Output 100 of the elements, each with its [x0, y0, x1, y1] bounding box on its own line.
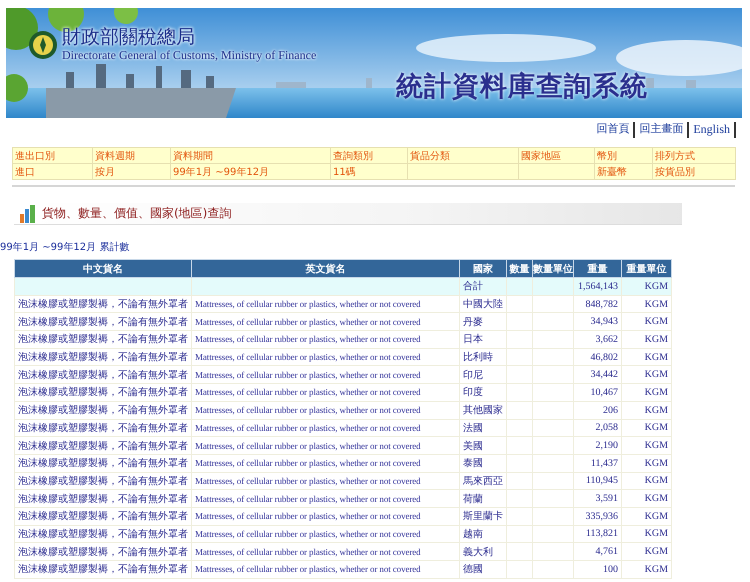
table-cell: 義大利	[460, 542, 506, 560]
table-cell: 4,761	[574, 542, 622, 560]
info-value: 99年1月 ~99年12月	[170, 164, 330, 180]
table-cell: Mattresses, of cellular rubber or plastics, whether or not covered	[192, 312, 460, 331]
table-cell: 斯里蘭卡	[460, 507, 506, 526]
table-cell: 比利時	[460, 348, 506, 366]
table-cell: KGM	[622, 560, 672, 578]
table-cell: 荷蘭	[460, 490, 506, 508]
table-cell: KGM	[622, 419, 672, 437]
info-label: 資料期間	[170, 148, 330, 164]
table-cell: KGM	[622, 348, 672, 366]
table-cell: 泡沫橡膠或塑膠製褥，不論有無外罩者	[14, 560, 192, 578]
table-cell: 泡沫橡膠或塑膠製褥，不論有無外罩者	[14, 366, 192, 384]
table-cell: 11,437	[574, 454, 622, 472]
table-cell: Mattresses, of cellular rubber or plastics, whether or not covered	[192, 348, 460, 366]
agency-english-name: Directorate General of Customs, Ministry of Finance	[62, 48, 316, 63]
column-header: 國家	[460, 260, 506, 278]
info-label: 進出口別	[12, 148, 92, 164]
table-cell: 2,190	[574, 436, 622, 454]
table-cell: 3,662	[574, 330, 622, 348]
table-cell: KGM	[622, 330, 672, 348]
table-cell: 丹麥	[460, 312, 506, 331]
info-label: 資料週期	[92, 148, 170, 164]
table-cell: 馬來西亞	[460, 472, 506, 490]
table-cell: 泡沫橡膠或塑膠製褥，不論有無外罩者	[14, 454, 192, 472]
nav-link[interactable]: English	[689, 122, 736, 138]
table-cell: Mattresses, of cellular rubber or plastics, whether or not covered	[192, 295, 460, 313]
table-cell: 泡沫橡膠或塑膠製褥，不論有無外罩者	[14, 542, 192, 560]
table-cell: KGM	[622, 278, 672, 296]
column-header: 英文貨名	[192, 260, 460, 278]
table-cell: 206	[574, 401, 622, 419]
system-title: 統計資料庫查詢系統	[396, 70, 648, 104]
column-header: 重量單位	[622, 260, 672, 278]
column-header: 數量	[506, 260, 532, 278]
table-cell: KGM	[622, 436, 672, 454]
nav-link[interactable]: 回首頁	[592, 122, 636, 138]
table-cell: Mattresses, of cellular rubber or plastics, whether or not covered	[192, 384, 460, 402]
table-cell: 泰國	[460, 454, 506, 472]
table-cell: 中國大陸	[460, 295, 506, 313]
table-cell: 其他國家	[460, 401, 506, 419]
table-cell: Mattresses, of cellular rubber or plastics, whether or not covered	[192, 419, 460, 437]
table-cell: KGM	[622, 366, 672, 384]
table-cell: 印尼	[460, 366, 506, 384]
table-cell: 泡沫橡膠或塑膠製褥，不論有無外罩者	[14, 419, 192, 437]
table-cell: 泡沫橡膠或塑膠製褥，不論有無外罩者	[14, 490, 192, 508]
table-cell: Mattresses, of cellular rubber or plastics, whether or not covered	[192, 472, 460, 490]
table-cell: 印度	[460, 384, 506, 402]
table-cell: 泡沫橡膠或塑膠製褥，不論有無外罩者	[14, 436, 192, 454]
column-header: 中文貨名	[14, 260, 192, 278]
table-cell: Mattresses, of cellular rubber or plastics, whether or not covered	[192, 330, 460, 348]
table-cell: Mattresses, of cellular rubber or plastics, whether or not covered	[192, 401, 460, 419]
info-value: 進口	[12, 164, 92, 180]
table-cell: 美國	[460, 436, 506, 454]
table-cell: KGM	[622, 384, 672, 402]
table-cell: 泡沫橡膠或塑膠製褥，不論有無外罩者	[14, 384, 192, 402]
info-label: 查詢類別	[330, 148, 408, 164]
table-cell: 合計	[460, 278, 506, 296]
info-value: 新臺幣	[594, 164, 652, 180]
info-label: 貨品分類	[408, 148, 518, 164]
table-cell: 德國	[460, 560, 506, 578]
table-cell: 34,442	[574, 366, 622, 384]
section-title: 貨物、數量、價值、國家(地區)查詢	[42, 205, 232, 222]
nav-link[interactable]: 回主畫面	[635, 122, 690, 138]
agency-name: 財政部關稅總局	[62, 26, 196, 48]
table-cell: KGM	[622, 490, 672, 508]
table-cell: 46,802	[574, 348, 622, 366]
table-cell: Mattresses, of cellular rubber or plastics, whether or not covered	[192, 490, 460, 508]
info-value: 11碼	[330, 164, 408, 180]
table-cell: 2,058	[574, 419, 622, 437]
table-cell: Mattresses, of cellular rubber or plastics, whether or not covered	[192, 366, 460, 384]
table-cell: 335,936	[574, 507, 622, 526]
table-cell: KGM	[622, 525, 672, 543]
table-cell: 100	[574, 560, 622, 578]
table-cell: 泡沫橡膠或塑膠製褥，不論有無外罩者	[14, 330, 192, 348]
table-cell: 越南	[460, 525, 506, 543]
table-cell: 34,943	[574, 312, 622, 331]
info-label: 國家地區	[518, 148, 594, 164]
table-cell: 113,821	[574, 525, 622, 543]
table-cell: KGM	[622, 472, 672, 490]
info-value: 按貨品別	[652, 164, 736, 180]
info-label: 排列方式	[652, 148, 736, 164]
table-cell: KGM	[622, 295, 672, 313]
info-value: 按月	[92, 164, 170, 180]
table-cell: KGM	[622, 542, 672, 560]
emblem-icon	[28, 30, 58, 60]
table-cell: 泡沫橡膠或塑膠製褥，不論有無外罩者	[14, 507, 192, 526]
table-cell: 泡沫橡膠或塑膠製褥，不論有無外罩者	[14, 525, 192, 543]
table-cell: Mattresses, of cellular rubber or plastics, whether or not covered	[192, 560, 460, 578]
table-cell: 110,945	[574, 472, 622, 490]
table-cell: Mattresses, of cellular rubber or plastics, whether or not covered	[192, 507, 460, 526]
table-cell: 848,782	[574, 295, 622, 313]
table-cell: Mattresses, of cellular rubber or plastics, whether or not covered	[192, 542, 460, 560]
table-cell: KGM	[622, 312, 672, 331]
table-cell: 泡沫橡膠或塑膠製褥，不論有無外罩者	[14, 472, 192, 490]
table-cell: Mattresses, of cellular rubber or plastics, whether or not covered	[192, 525, 460, 543]
table-cell: KGM	[622, 401, 672, 419]
info-label: 幣別	[594, 148, 652, 164]
table-cell: KGM	[622, 454, 672, 472]
table-cell: Mattresses, of cellular rubber or plastics, whether or not covered	[192, 454, 460, 472]
column-header: 重量	[574, 260, 622, 278]
